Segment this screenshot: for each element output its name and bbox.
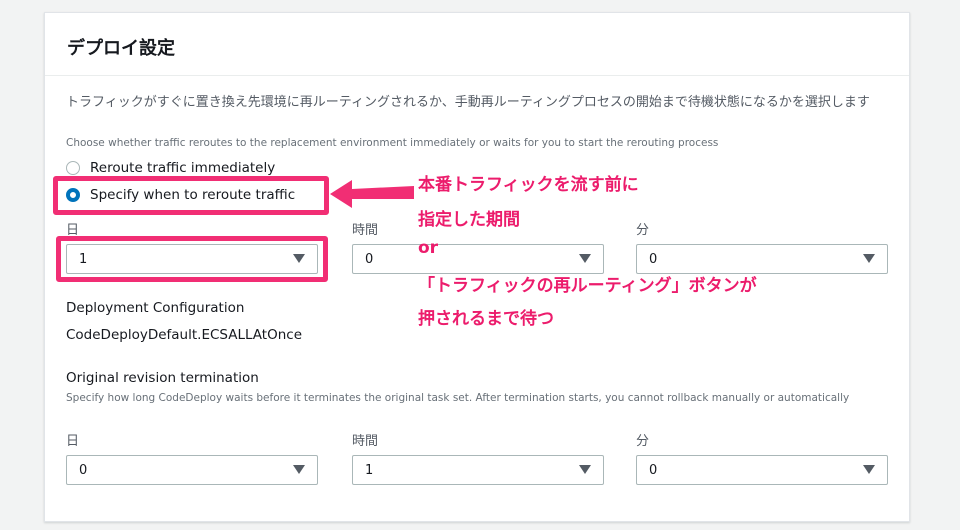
- callout-line-2: 指定した期間: [418, 210, 520, 230]
- caret-down-icon: [863, 254, 875, 263]
- termination-label: Original revision termination: [66, 370, 259, 386]
- hours-value: 0: [365, 252, 374, 267]
- highlight-box-days: [56, 236, 328, 282]
- callout-arrow-icon: [330, 180, 414, 208]
- callout-line-4: 「トラフィックの再ルーティング」ボタンが: [418, 276, 757, 296]
- minutes-label: 分: [636, 223, 650, 238]
- callout-line-5: 押されるまで待つ: [418, 309, 554, 329]
- term-days-value: 0: [79, 463, 88, 478]
- term-hours-select[interactable]: 1: [352, 455, 604, 485]
- deployment-config-value: CodeDeployDefault.ECSALLAtOnce: [66, 327, 303, 343]
- caret-down-icon: [579, 254, 591, 263]
- caret-down-icon: [863, 465, 875, 474]
- panel-title: デプロイ設定: [67, 38, 175, 59]
- term-minutes-select[interactable]: 0: [636, 455, 888, 485]
- description-en: Choose whether traffic reroutes to the r…: [66, 137, 719, 149]
- minutes-select[interactable]: 0: [636, 244, 888, 274]
- callout-line-3: or: [418, 238, 439, 258]
- callout-line-1: 本番トラフィックを流す前に: [418, 175, 639, 195]
- highlight-box-radio: [53, 176, 329, 215]
- term-minutes-label: 分: [636, 434, 650, 449]
- description-jp: トラフィックがすぐに置き換え先環境に再ルーティングされるか、手動再ルーティングプ…: [66, 95, 870, 110]
- caret-down-icon: [293, 465, 305, 474]
- term-hours-label: 時間: [352, 434, 379, 449]
- term-days-label: 日: [66, 434, 80, 449]
- minutes-value: 0: [649, 252, 658, 267]
- term-days-select[interactable]: 0: [66, 455, 318, 485]
- term-minutes-value: 0: [649, 463, 658, 478]
- hours-select[interactable]: 0: [352, 244, 604, 274]
- term-hours-value: 1: [365, 463, 374, 478]
- radio-label: Reroute traffic immediately: [90, 160, 276, 176]
- hours-label: 時間: [352, 223, 379, 238]
- radio-button[interactable]: [66, 161, 80, 175]
- panel-header: デプロイ設定: [45, 13, 909, 76]
- termination-description: Specify how long CodeDeploy waits before…: [66, 392, 850, 404]
- caret-down-icon: [579, 465, 591, 474]
- deployment-config-label: Deployment Configuration: [66, 300, 245, 316]
- radio-reroute-immediately[interactable]: Reroute traffic immediately: [66, 160, 275, 176]
